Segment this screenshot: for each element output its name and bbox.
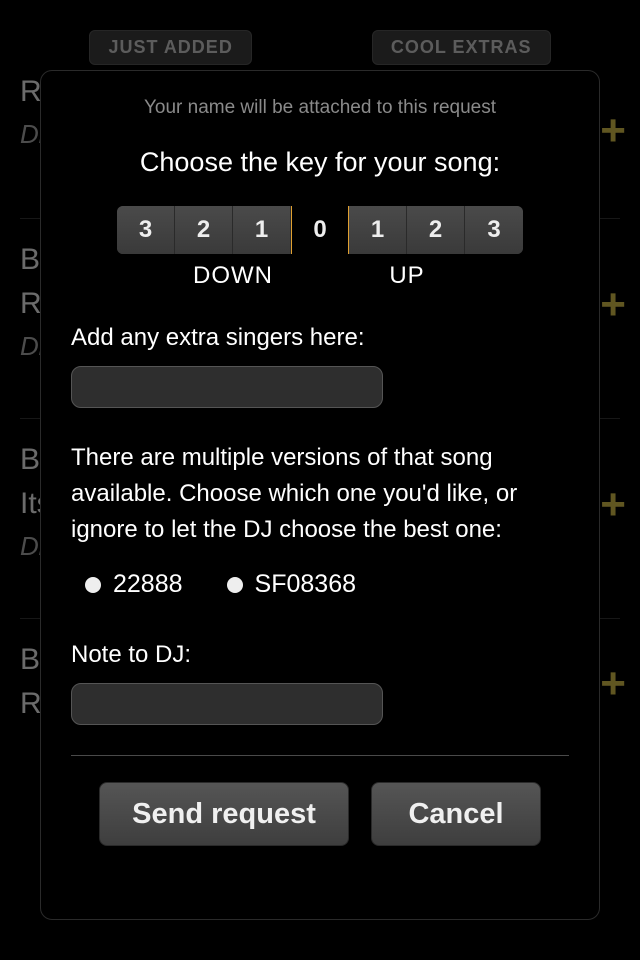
extra-singers-input[interactable] — [71, 366, 383, 408]
versions-text: There are multiple versions of that song… — [71, 440, 569, 548]
down-label: DOWN — [173, 262, 293, 290]
version-option[interactable]: SF08368 — [227, 570, 356, 599]
divider — [71, 755, 569, 756]
key-option-up-2[interactable]: 2 — [407, 206, 465, 254]
send-request-button[interactable]: Send request — [99, 782, 349, 846]
modal-actions: Send request Cancel — [71, 782, 569, 846]
radio-dot-icon — [227, 577, 243, 593]
key-option-up-3[interactable]: 3 — [465, 206, 523, 254]
up-label: UP — [347, 262, 467, 290]
key-option-up-1[interactable]: 1 — [349, 206, 407, 254]
key-option-down-2[interactable]: 2 — [175, 206, 233, 254]
key-option-down-3[interactable]: 3 — [117, 206, 175, 254]
version-label: SF08368 — [255, 570, 356, 599]
cancel-button[interactable]: Cancel — [371, 782, 541, 846]
note-label: Note to DJ: — [71, 641, 569, 669]
key-segmented-control[interactable]: 3210123 — [117, 206, 523, 254]
version-radios: 22888 SF08368 — [71, 570, 569, 599]
note-input[interactable] — [71, 683, 383, 725]
key-selector: 3210123 DOWN UP — [71, 206, 569, 290]
key-option-down-1[interactable]: 1 — [233, 206, 291, 254]
modal-subtitle: Your name will be attached to this reque… — [71, 97, 569, 119]
version-label: 22888 — [113, 570, 183, 599]
radio-dot-icon — [85, 577, 101, 593]
key-direction-labels: DOWN UP — [117, 254, 523, 290]
choose-key-heading: Choose the key for your song: — [71, 147, 569, 178]
extra-singers-label: Add any extra singers here: — [71, 324, 569, 352]
key-option-zero[interactable]: 0 — [291, 206, 349, 254]
request-modal: Your name will be attached to this reque… — [40, 70, 600, 920]
modal-overlay: Your name will be attached to this reque… — [0, 0, 640, 960]
version-option[interactable]: 22888 — [85, 570, 183, 599]
